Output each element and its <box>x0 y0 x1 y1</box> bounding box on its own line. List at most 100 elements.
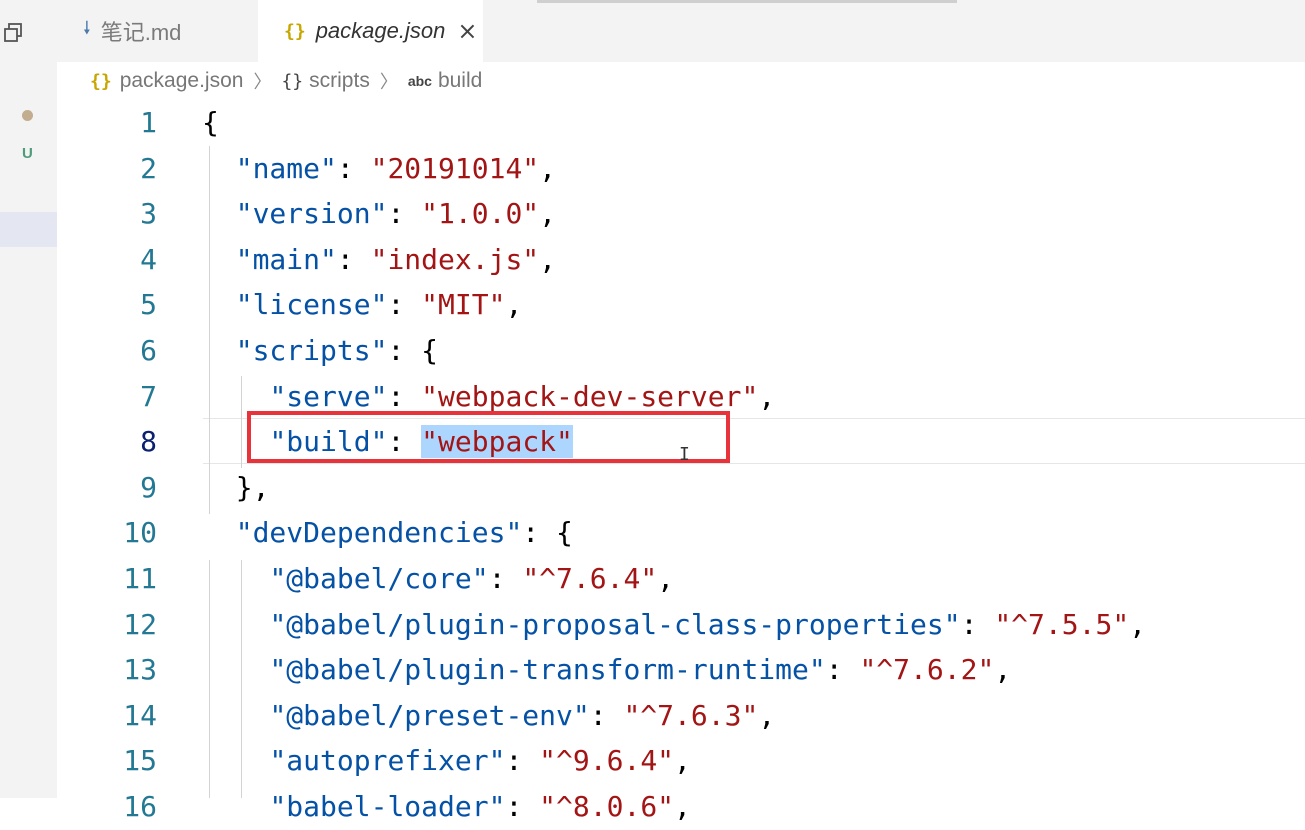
code-text: "@babel/core": "^7.6.4", <box>202 556 674 602</box>
code-token: , <box>539 197 557 231</box>
annotation-red-box <box>247 411 730 463</box>
breadcrumb: {} package.json 〉 {} scripts 〉 abc build <box>90 66 482 96</box>
code-token: , <box>994 653 1012 687</box>
code-token: : <box>336 151 371 185</box>
code-token: "20191014" <box>370 151 540 185</box>
code-token: : <box>505 790 540 823</box>
code-token: : <box>387 197 422 231</box>
line-number: 5 <box>140 288 157 322</box>
code-token: "@babel/plugin-proposal-class-properties… <box>269 607 961 641</box>
code-line[interactable]: 11 "@babel/core": "^7.6.4", <box>57 556 1305 602</box>
code-token: , <box>1129 607 1147 641</box>
code-token: "serve" <box>269 379 388 413</box>
code-line[interactable]: 2 "name": "20191014", <box>57 146 1305 192</box>
tab-package-json[interactable]: {} package.json × <box>258 0 483 62</box>
code-token: , <box>758 379 776 413</box>
code-token: "^7.5.5" <box>994 607 1130 641</box>
tab-notes-md[interactable]: 🠗 笔记.md <box>77 0 257 62</box>
line-number: 15 <box>123 744 157 778</box>
breadcrumb-build[interactable]: build <box>438 69 482 93</box>
code-line[interactable]: 5 "license": "MIT", <box>57 282 1305 328</box>
code-text: "version": "1.0.0", <box>202 191 556 237</box>
code-line[interactable]: 10 "devDependencies": { <box>57 510 1305 556</box>
line-number: 4 <box>140 242 157 276</box>
code-line[interactable]: 3 "version": "1.0.0", <box>57 191 1305 237</box>
code-token: "@babel/core" <box>269 562 489 595</box>
code-token: "MIT" <box>421 288 506 322</box>
code-token: "babel-loader" <box>269 790 506 823</box>
code-line[interactable]: 6 "scripts": { <box>57 328 1305 374</box>
chevron-right-icon: 〉 <box>253 72 272 92</box>
code-line[interactable]: 4 "main": "index.js", <box>57 237 1305 283</box>
untracked-badge: U <box>22 145 33 162</box>
close-icon[interactable]: × <box>457 17 477 45</box>
code-text: "babel-loader": "^8.0.6", <box>202 784 690 830</box>
tab-bar-top-line <box>537 0 957 3</box>
code-token: , <box>758 698 776 732</box>
code-token: "1.0.0" <box>421 197 540 231</box>
breadcrumb-scripts[interactable]: scripts <box>309 69 370 93</box>
code-text: "name": "20191014", <box>202 146 556 192</box>
code-token: : { <box>387 334 439 367</box>
code-text: "@babel/preset-env": "^7.6.3", <box>202 693 775 739</box>
modified-dot-icon <box>22 110 33 121</box>
code-token: "license" <box>235 288 388 322</box>
line-number: 3 <box>140 197 157 231</box>
line-number: 6 <box>140 334 157 367</box>
line-number: 14 <box>123 698 157 732</box>
code-line[interactable]: 15 "autoprefixer": "^9.6.4", <box>57 738 1305 784</box>
explorer-selected-row[interactable] <box>0 212 57 247</box>
code-token: , <box>657 562 675 595</box>
code-token: : <box>387 379 422 413</box>
code-line[interactable]: 1{ <box>57 100 1305 146</box>
code-line[interactable]: 9 }, <box>57 465 1305 511</box>
code-token: : { <box>522 516 573 550</box>
code-token: , <box>505 288 523 322</box>
json-braces-icon: {} <box>90 70 112 92</box>
code-token: : <box>825 653 860 687</box>
code-token: "webpack-dev-server" <box>421 379 759 413</box>
json-braces-icon: {} <box>284 20 306 42</box>
line-number: 12 <box>123 607 157 641</box>
code-text: { <box>202 100 219 146</box>
code-text: "@babel/plugin-proposal-class-properties… <box>202 602 1146 648</box>
code-line[interactable]: 13 "@babel/plugin-transform-runtime": "^… <box>57 647 1305 693</box>
code-text: "@babel/plugin-transform-runtime": "^7.6… <box>202 647 1011 693</box>
code-token: "@babel/preset-env" <box>269 698 590 732</box>
line-number: 16 <box>123 790 157 823</box>
code-token: "^7.6.4" <box>522 562 658 595</box>
explorer-strip: U <box>0 0 57 798</box>
code-text: }, <box>202 465 270 511</box>
breadcrumb-file[interactable]: package.json <box>120 69 244 93</box>
code-token: : <box>488 562 523 595</box>
code-token: "^8.0.6" <box>539 790 675 823</box>
code-text: "scripts": { <box>202 328 438 374</box>
code-token: : <box>387 288 422 322</box>
line-number: 7 <box>140 379 157 413</box>
code-line[interactable]: 12 "@babel/plugin-proposal-class-propert… <box>57 602 1305 648</box>
code-token: , <box>539 151 557 185</box>
line-number: 1 <box>140 106 157 139</box>
code-token: { <box>202 106 219 139</box>
code-line[interactable]: 14 "@babel/preset-env": "^7.6.3", <box>57 693 1305 739</box>
markdown-download-icon: 🠗 <box>83 18 91 39</box>
restore-window-icon[interactable] <box>3 22 25 44</box>
code-token: "@babel/plugin-transform-runtime" <box>269 653 826 687</box>
code-line[interactable]: 16 "babel-loader": "^8.0.6", <box>57 784 1305 830</box>
code-text: "license": "MIT", <box>202 282 523 328</box>
text-cursor-ibeam-icon: I <box>679 444 690 465</box>
code-token: "^7.6.2" <box>859 653 995 687</box>
line-number: 11 <box>123 562 157 595</box>
code-token: : <box>589 698 624 732</box>
chevron-right-icon: 〉 <box>379 72 398 92</box>
